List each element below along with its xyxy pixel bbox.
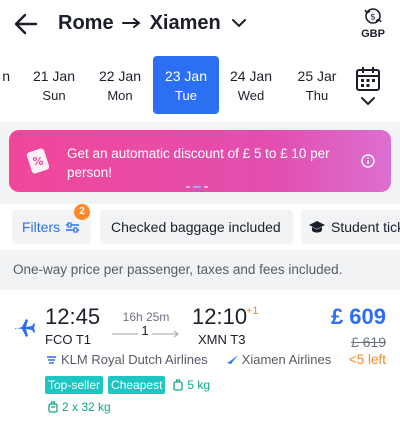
flight-card[interactable]: 12:45 FCO T1 16h 25m 1 12:10 +1 XMN T3 £…	[0, 290, 400, 431]
xiamen-airlines-logo-icon	[226, 355, 238, 364]
stops-count: 1	[138, 323, 152, 338]
route-arrow-icon	[121, 18, 141, 28]
carry-on-baggage: 5 kg	[170, 376, 214, 394]
checked-bag-icon	[48, 401, 58, 413]
currency-exchange-icon: $	[364, 8, 382, 24]
flight-tags: Top-seller Cheapest 5 kg	[45, 376, 214, 394]
discount-banner[interactable]: % Get an automatic discount of £ 5 to £ …	[9, 130, 391, 192]
checked-baggage: 2 x 32 kg	[48, 400, 111, 414]
date-item-selected[interactable]: 23 Jan Tue	[153, 56, 219, 114]
date-item[interactable]: 24 Jan Wed	[219, 56, 283, 114]
filter-bar: Filters 2 Checked baggage included Stude…	[0, 204, 400, 250]
flight-duration: 16h 25m	[122, 310, 170, 324]
currency-code: GBP	[361, 28, 385, 40]
graduation-cap-icon	[309, 221, 325, 233]
filter-count-badge: 2	[74, 204, 90, 220]
carry-on-bag-icon	[173, 379, 184, 391]
date-item[interactable]: 25 Jar Thu	[285, 56, 349, 114]
arrival-time: 12:10	[192, 304, 248, 329]
original-price: £ 619	[350, 334, 386, 350]
top-bar: Rome Xiamen $ GBP	[0, 0, 400, 48]
date-item[interactable]: n	[0, 56, 20, 114]
arrival-airport: XMN T3	[198, 332, 246, 347]
svg-text:$: $	[370, 13, 376, 23]
filter-chip-checked-baggage[interactable]: Checked baggage included	[100, 210, 293, 244]
date-item[interactable]: 22 Jan Mon	[88, 56, 152, 114]
back-arrow-icon[interactable]	[12, 10, 40, 38]
airline-1: KLM Royal Dutch Airlines	[61, 352, 208, 367]
date-item[interactable]: 21 Jan Sun	[22, 56, 86, 114]
destination-city: Xiamen	[149, 11, 221, 34]
discount-tag-icon: %	[26, 148, 50, 174]
tag-cheapest: Cheapest	[108, 376, 166, 394]
currency-selector[interactable]: $ GBP	[358, 6, 388, 40]
carousel-dots	[186, 186, 208, 188]
klm-logo-icon	[47, 356, 56, 364]
airlines: KLM Royal Dutch Airlines Xiamen Airlines	[45, 352, 331, 367]
banner-text: Get an automatic discount of £ 5 to £ 10…	[67, 146, 330, 180]
filter-sliders-icon	[66, 221, 80, 233]
info-icon[interactable]	[361, 154, 375, 168]
flight-results-screen: Rome Xiamen $ GBP n 21 Jan Sun 22 Jan Mo…	[0, 0, 400, 431]
calendar-icon[interactable]	[354, 66, 382, 110]
chevron-down-icon	[231, 19, 246, 28]
date-strip: n 21 Jan Sun 22 Jan Mon 23 Jan Tue 24 Ja…	[0, 48, 400, 122]
price-note: One-way price per passenger, taxes and f…	[13, 262, 343, 277]
day-offset: +1	[246, 305, 259, 317]
airline-2: Xiamen Airlines	[241, 352, 332, 367]
origin-city: Rome	[58, 11, 114, 34]
departure-airport: FCO T1	[45, 332, 91, 347]
tag-top-seller: Top-seller	[45, 376, 104, 394]
route-selector[interactable]: Rome Xiamen	[58, 9, 247, 37]
filter-chip-student[interactable]: Student tick	[301, 210, 400, 244]
departure-time: 12:45	[45, 304, 101, 329]
price: £ 609	[330, 304, 386, 329]
seats-left: <5 left	[348, 352, 386, 367]
svg-text:%: %	[32, 155, 43, 168]
airplane-icon	[15, 319, 35, 337]
